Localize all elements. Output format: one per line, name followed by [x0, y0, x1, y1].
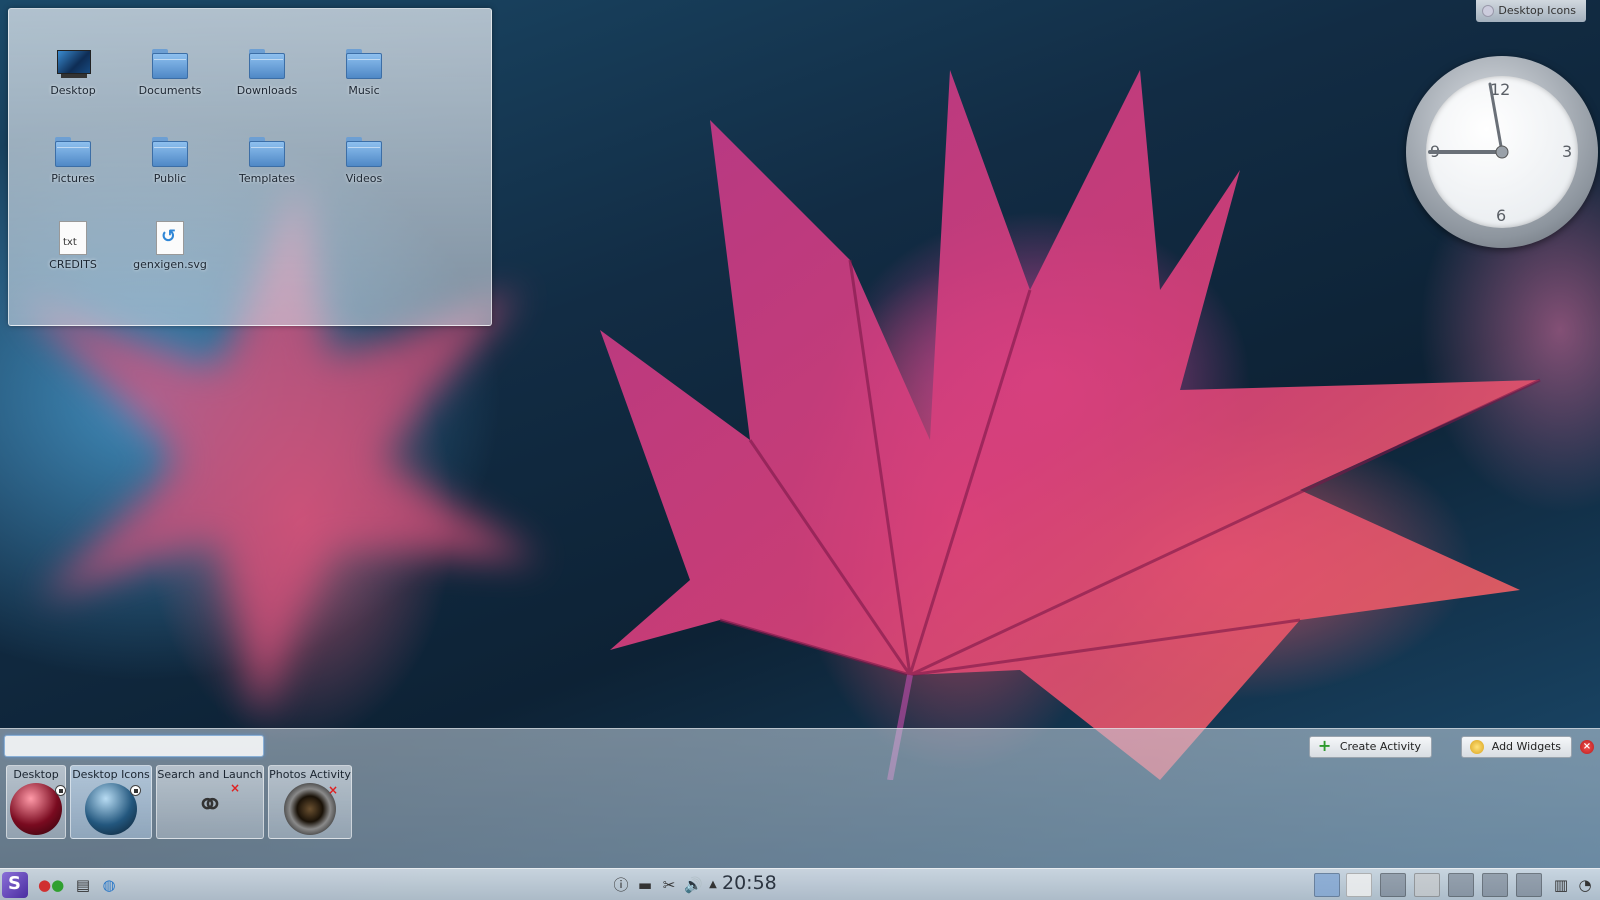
folder-icon [344, 47, 384, 81]
taskbar-panel: ●● ▤ ◍ ⓘ ▬ ✂ 🔊 ▲ 20:58 ▥ ◔ [0, 868, 1600, 900]
clock-face: 12 3 6 9 [1426, 76, 1578, 228]
web-browser-icon[interactable]: ◍ [100, 876, 118, 894]
text-file-icon: txt [53, 221, 93, 255]
activity-orb-icon [85, 783, 141, 835]
folder-icon [150, 135, 190, 169]
volume-icon[interactable]: 🔊 [684, 876, 703, 894]
folder-item-downloads[interactable]: Downloads [222, 47, 312, 97]
clipboard-icon[interactable]: ✂ [660, 876, 678, 894]
analog-clock-widget[interactable]: 12 3 6 9 [1406, 56, 1598, 248]
activity-search-input[interactable] [4, 735, 264, 757]
folder-item-videos[interactable]: Videos [319, 135, 409, 185]
folder-icon [247, 135, 287, 169]
desktop-icons-tab[interactable]: Desktop Icons [1476, 0, 1586, 22]
activity-label: Photos Activity [269, 768, 351, 781]
device-notifier-icon[interactable]: ▬ [636, 876, 654, 894]
activity-label: Desktop [13, 768, 59, 781]
activity-desktop[interactable]: Desktop [6, 765, 66, 839]
create-activity-button[interactable]: + Create Activity [1308, 736, 1432, 758]
activity-photos[interactable]: Photos Activity × [268, 765, 352, 839]
folder-item-label: CREDITS [49, 258, 97, 271]
create-activity-label: Create Activity [1339, 740, 1421, 753]
file-type-badge: txt [63, 237, 77, 248]
pager-desktop-6[interactable] [1482, 873, 1508, 897]
close-icon: × [1582, 741, 1592, 752]
stop-activity-icon[interactable] [130, 785, 141, 796]
notes-icon[interactable]: ▥ [1552, 876, 1570, 894]
pager-desktop-2[interactable] [1346, 873, 1372, 897]
add-widgets-label: Add Widgets [1491, 740, 1561, 753]
folder-item-label: Downloads [236, 84, 298, 97]
add-widgets-button[interactable]: Add Widgets [1460, 736, 1572, 758]
folder-item-templates[interactable]: Templates [222, 135, 312, 185]
activity-switcher-icon[interactable]: ●● [38, 876, 64, 894]
desktop-icons-tab-label: Desktop Icons [1498, 4, 1576, 17]
application-launcher-button[interactable] [2, 872, 28, 898]
panel-toolbox-icon[interactable]: ◔ [1576, 876, 1594, 894]
stop-activity-icon[interactable] [55, 785, 66, 796]
desktop-icon [53, 47, 93, 81]
folder-item-label: Documents [138, 84, 202, 97]
folder-item-label: Templates [239, 172, 295, 185]
activity-manager-panel: + Create Activity Add Widgets × Desktop … [0, 728, 1600, 868]
folder-view-widget: Desktop Documents Downloads Music Pictur… [8, 8, 492, 326]
folder-icon [150, 47, 190, 81]
plus-icon: + [1317, 736, 1332, 755]
remove-activity-icon[interactable]: × [230, 781, 240, 795]
folder-icon [53, 135, 93, 169]
activity-orb-icon [10, 783, 66, 835]
folder-item-label: Pictures [51, 172, 95, 185]
activity-desktop-icons[interactable]: Desktop Icons [70, 765, 152, 839]
svg-file-icon: ↺ [150, 221, 190, 255]
clock-hands [1428, 82, 1509, 159]
close-panel-button[interactable]: × [1580, 740, 1594, 754]
activity-label: Desktop Icons [72, 768, 150, 781]
activity-icon [1482, 5, 1495, 17]
digital-clock[interactable]: 20:58 [722, 872, 777, 894]
folder-item-credits[interactable]: txt CREDITS [28, 221, 118, 271]
folder-icon [344, 135, 384, 169]
activity-search-and-launch[interactable]: Search and Launch ⚭ × [156, 765, 264, 839]
folder-item-music[interactable]: Music [319, 47, 409, 97]
pager-desktop-4[interactable] [1414, 873, 1440, 897]
file-manager-icon[interactable]: ▤ [74, 876, 92, 894]
folder-item-label: Public [153, 172, 187, 185]
folder-item-label: Desktop [50, 84, 96, 97]
folder-item-label: Music [348, 84, 380, 97]
pager-desktop-7[interactable] [1516, 873, 1542, 897]
pager-desktop-5[interactable] [1448, 873, 1474, 897]
folder-item-genxigen-svg[interactable]: ↺ genxigen.svg [125, 221, 215, 271]
folder-item-pictures[interactable]: Pictures [28, 135, 118, 185]
folder-icon [247, 47, 287, 81]
info-icon[interactable]: ⓘ [612, 876, 630, 894]
folder-item-public[interactable]: Public [125, 135, 215, 185]
folder-item-label: Videos [345, 172, 383, 185]
folder-item-label: genxigen.svg [133, 258, 207, 271]
activity-label: Search and Launch [157, 768, 263, 781]
remove-activity-icon[interactable]: × [328, 783, 338, 797]
folder-item-documents[interactable]: Documents [125, 47, 215, 97]
widgets-icon [1469, 740, 1484, 754]
camera-lens-icon: × [284, 783, 338, 835]
system-tray-expand-icon[interactable]: ▲ [704, 876, 722, 894]
folder-item-desktop[interactable]: Desktop [28, 47, 118, 97]
pager-desktop-1[interactable] [1314, 873, 1340, 897]
pager-desktop-3[interactable] [1380, 873, 1406, 897]
